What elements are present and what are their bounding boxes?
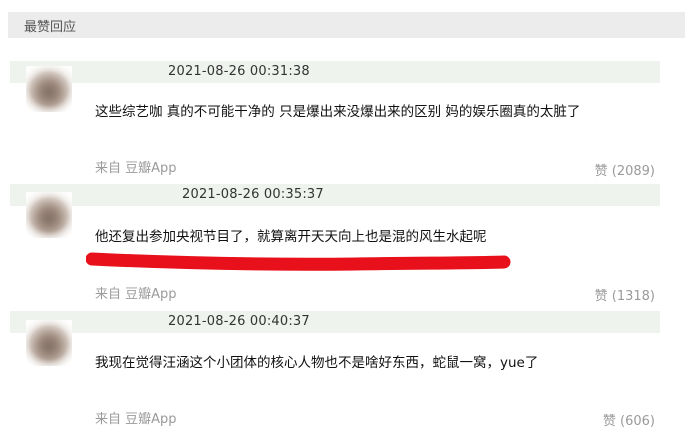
comment-text: 他还复出参加央视节目了，就算离开天天向上也是混的风生水起呢 [95,229,487,245]
section-header: 最赞回应 [8,12,685,38]
comment-meta-bar [10,311,660,333]
section-title: 最赞回应 [24,19,77,35]
comment-timestamp: 2021-08-26 00:40:37 [168,314,310,329]
avatar[interactable] [26,320,72,366]
comment-timestamp: 2021-08-26 00:35:37 [182,187,324,202]
comment-meta-bar [10,184,660,206]
comment-timestamp: 2021-08-26 00:31:38 [168,64,310,79]
comment-source: 来自 豆瓣App [95,412,177,427]
like-button[interactable]: 赞 (2089) [595,160,655,179]
like-button[interactable]: 赞 (1318) [595,285,655,304]
highlight-underline-mark [86,252,511,271]
avatar[interactable] [26,192,72,238]
comment-source: 来自 豆瓣App [95,161,177,176]
comment-source: 来自 豆瓣App [95,287,177,302]
comment-text: 我现在觉得汪涵这个小团体的核心人物也不是啥好东西，蛇鼠一窝，yue了 [95,355,539,371]
comment-meta-bar [10,61,660,83]
like-button[interactable]: 赞 (606) [603,410,655,429]
avatar[interactable] [26,66,72,112]
comment-text: 这些综艺咖 真的不可能干净的 只是爆出来没爆出来的区别 妈的娱乐圈真的太脏了 [95,104,581,120]
